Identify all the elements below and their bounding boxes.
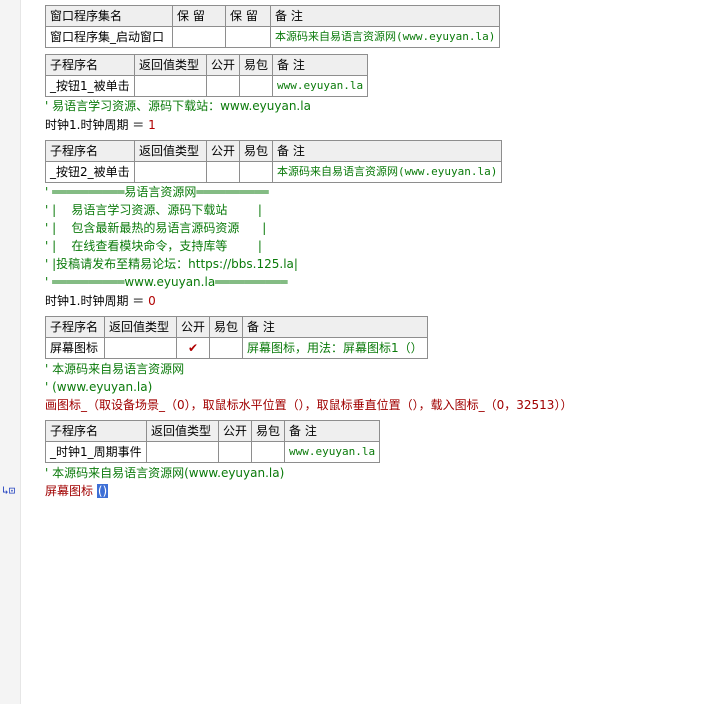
header-cell: 备 注 [272, 54, 369, 76]
header-cell: 窗口程序集名 [45, 5, 173, 27]
header-cell: 子程序名 [45, 316, 105, 338]
package-cell[interactable] [209, 337, 244, 359]
code-comment[interactable]: ' 易语言学习资源、源码下载站：www.eyuyan.la [45, 97, 311, 115]
header-cell: 子程序名 [45, 420, 147, 442]
subroutine-name-cell[interactable]: 屏幕图标 [45, 337, 105, 359]
subroutine-name-cell[interactable]: _按钮2_被单击 [45, 161, 135, 183]
banner-line[interactable]: ' | 包含最新最热的易语言源码资源 | [45, 219, 266, 237]
header-cell: 易包 [209, 316, 244, 338]
code-line-draw-icon-call[interactable]: 画图标_（取设备场景_（0），取鼠标水平位置（），取鼠标垂直位置（），载入图标_… [45, 396, 572, 414]
code-line-assign[interactable]: 时钟1.时钟周期 ＝ 0 [45, 292, 156, 310]
header-cell: 备 注 [272, 140, 503, 162]
remark-cell[interactable]: www.eyuyan.la [284, 441, 381, 463]
public-cell[interactable] [217, 441, 253, 463]
assign-value: 0 [148, 294, 156, 308]
banner-line[interactable]: ' |投稿请发布至精易论坛：https://bbs.125.la| [45, 255, 298, 273]
call-name: 屏幕图标 [45, 484, 94, 498]
header-cell: 易包 [239, 140, 274, 162]
header-cell: 易包 [239, 54, 274, 76]
header-cell: 返回值类型 [134, 54, 207, 76]
code-comment[interactable]: ' (www.eyuyan.la) [45, 378, 152, 396]
public-cell[interactable] [205, 161, 241, 183]
subroutine-table-timer[interactable]: 子程序名 返回值类型 公开 易包 备 注 _时钟1_周期事件 www.eyuya… [45, 420, 381, 463]
subroutine-table-screen-icon[interactable]: 子程序名 返回值类型 公开 易包 备 注 屏幕图标 ✔ 屏幕图标，用法：屏幕图标… [45, 316, 428, 359]
code-comment[interactable]: ' 本源码来自易语言资源网(www.eyuyan.la) [45, 464, 284, 482]
selected-args[interactable]: () [96, 484, 109, 498]
header-cell: 备 注 [284, 420, 381, 442]
code-comment[interactable]: ' 本源码来自易语言资源网 [45, 360, 184, 378]
public-checkmark-icon[interactable]: ✔ [175, 337, 211, 359]
header-cell: 返回值类型 [104, 316, 177, 338]
return-type-cell[interactable] [134, 75, 207, 97]
remark-cell[interactable]: 本源码来自易语言资源网(www.eyuyan.la) [272, 161, 503, 183]
header-cell: 保 留 [225, 5, 271, 27]
assign-target: 时钟1.时钟周期 ＝ [45, 294, 149, 308]
header-cell: 保 留 [172, 5, 226, 27]
code-line-screen-icon-call[interactable]: 屏幕图标 () [45, 482, 109, 500]
header-cell: 子程序名 [45, 140, 135, 162]
package-cell[interactable] [239, 161, 274, 183]
header-cell: 返回值类型 [134, 140, 207, 162]
header-cell: 易包 [251, 420, 286, 442]
subroutine-name-cell[interactable]: _时钟1_周期事件 [45, 441, 147, 463]
assembly-name-cell[interactable]: 窗口程序集_启动窗口 [45, 26, 173, 48]
package-cell[interactable] [251, 441, 286, 463]
header-cell: 备 注 [242, 316, 428, 338]
assign-value: 1 [148, 118, 156, 132]
header-cell: 公开 [205, 140, 241, 162]
public-cell[interactable] [205, 75, 241, 97]
banner-line[interactable]: ' | 在线查看模块命令，支持库等 | [45, 237, 262, 255]
banner-line[interactable]: ' ══════════易语言资源网══════════ [45, 183, 269, 201]
assembly-table[interactable]: 窗口程序集名 保 留 保 留 备 注 窗口程序集_启动窗口 本源码来自易语言资源… [45, 5, 501, 48]
remark-cell[interactable]: 本源码来自易语言资源网(www.eyuyan.la) [269, 26, 501, 48]
code-line-assign[interactable]: 时钟1.时钟周期 ＝ 1 [45, 116, 156, 134]
reserved-cell[interactable] [225, 26, 271, 48]
editor-gutter [0, 0, 21, 704]
return-type-cell[interactable] [146, 441, 219, 463]
header-cell: 备 注 [269, 5, 501, 27]
remark-cell[interactable]: 屏幕图标，用法：屏幕图标1（） [242, 337, 428, 359]
banner-line[interactable]: ' | 易语言学习资源、源码下载站 | [45, 201, 262, 219]
reserved-cell[interactable] [172, 26, 226, 48]
header-cell: 返回值类型 [146, 420, 219, 442]
subroutine-table-button2[interactable]: 子程序名 返回值类型 公开 易包 备 注 _按钮2_被单击 本源码来自易语言资源… [45, 140, 503, 183]
header-cell: 子程序名 [45, 54, 135, 76]
banner-line[interactable]: ' ══════════www.eyuyan.la══════════ [45, 273, 287, 291]
remark-cell[interactable]: www.eyuyan.la [272, 75, 369, 97]
header-cell: 公开 [205, 54, 241, 76]
assign-target: 时钟1.时钟周期 ＝ [45, 118, 149, 132]
header-cell: 公开 [175, 316, 211, 338]
return-type-cell[interactable] [134, 161, 207, 183]
return-type-cell[interactable] [104, 337, 177, 359]
header-cell: 公开 [217, 420, 253, 442]
subroutine-name-cell[interactable]: _按钮1_被单击 [45, 75, 135, 97]
package-cell[interactable] [239, 75, 274, 97]
subroutine-table-button1[interactable]: 子程序名 返回值类型 公开 易包 备 注 _按钮1_被单击 www.eyuyan… [45, 54, 369, 97]
current-line-marker-icon: ↳⊡ [2, 484, 16, 497]
